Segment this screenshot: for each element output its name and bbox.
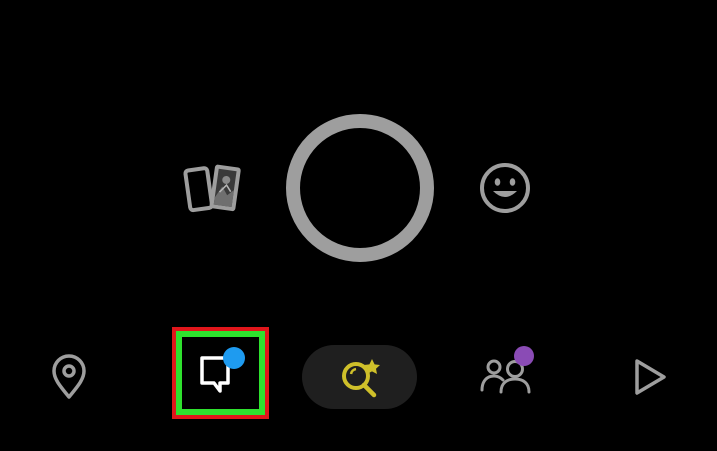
play-triangle-icon bbox=[635, 359, 666, 395]
friends-badge bbox=[514, 346, 534, 366]
nav-stories-button[interactable] bbox=[626, 352, 672, 402]
friends-icon bbox=[480, 346, 534, 394]
capture-button[interactable] bbox=[286, 114, 434, 262]
nav-friends-button[interactable] bbox=[474, 343, 544, 405]
camera-screen bbox=[0, 0, 717, 451]
nav-map-button[interactable] bbox=[46, 352, 92, 402]
chat-bubble-icon bbox=[200, 347, 245, 393]
map-pin-icon bbox=[52, 354, 86, 399]
memories-button[interactable] bbox=[182, 163, 246, 217]
nav-spotlight-button[interactable] bbox=[302, 345, 417, 409]
smiley-face-icon bbox=[480, 163, 530, 213]
lenses-button[interactable] bbox=[478, 161, 532, 215]
spotlight-search-star-icon bbox=[342, 359, 380, 398]
nav-chat-button[interactable] bbox=[196, 343, 266, 405]
chat-unread-badge bbox=[223, 347, 245, 369]
memories-cards-icon bbox=[183, 164, 241, 213]
